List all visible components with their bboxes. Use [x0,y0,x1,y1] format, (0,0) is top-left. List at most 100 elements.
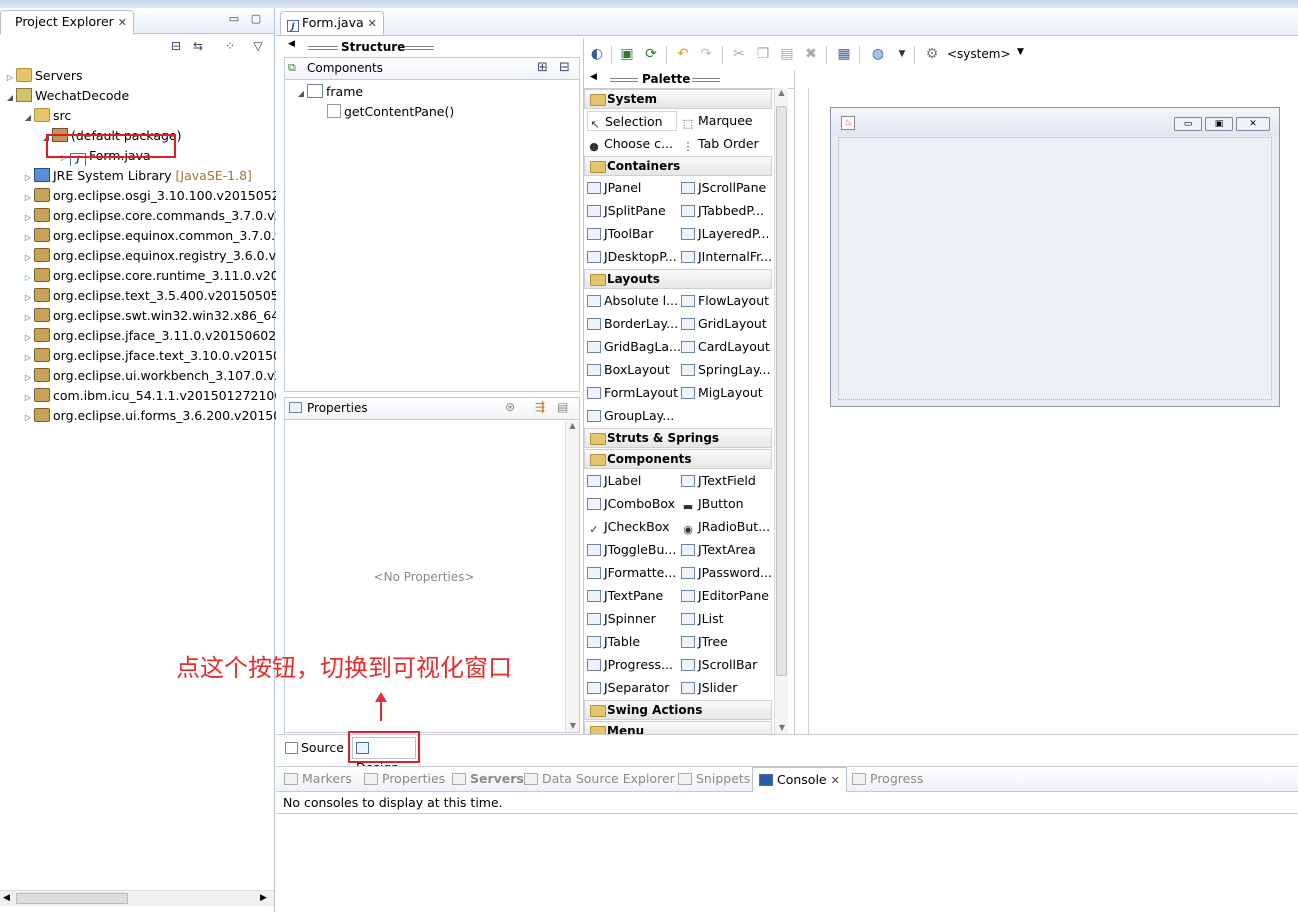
expand-arrow-icon[interactable]: ▷ [22,308,34,326]
palette-item[interactable]: Absolute l... [587,291,681,311]
refresh-icon[interactable]: ⟳ [641,44,661,64]
close-icon[interactable]: ✕ [368,17,377,30]
project-tree-item[interactable]: ▷ org.eclipse.equinox.registry_3.6.0.v20 [22,246,292,266]
palette-item[interactable]: JTextArea [681,540,775,560]
palette-item[interactable]: ⬚ Marquee [681,111,775,131]
palette-item[interactable]: JTable [587,632,681,652]
tab-properties[interactable]: Properties [364,771,445,786]
component-tree-row[interactable]: getContentPane() [327,102,454,122]
expand-arrow-icon[interactable]: ▷ [22,388,34,406]
console-view[interactable]: No consoles to display at this time. [276,793,1298,912]
project-tree-item[interactable]: ◢ WechatDecode [4,86,129,106]
palette-item[interactable]: GridLayout [681,314,775,334]
expand-arrow-icon[interactable]: ▷ [22,168,34,186]
palette-item[interactable]: FlowLayout [681,291,775,311]
palette-item[interactable]: JTextField [681,471,775,491]
collapse-all-icon[interactable]: ⊟ [559,60,570,75]
expand-arrow-icon[interactable]: ▷ [22,208,34,226]
scrollbar-thumb[interactable] [16,893,128,904]
palette-item[interactable]: ⋮ Tab Order [681,134,775,154]
palette-item[interactable]: ◉ JRadioBut... [681,517,775,537]
look-and-feel-dropdown[interactable]: <system> [947,47,1011,61]
palette-category-swing-actions[interactable]: Swing Actions [584,700,772,720]
palette-item[interactable]: MigLayout [681,383,775,403]
tab-snippets[interactable]: Snippets [678,771,750,786]
palette-item[interactable]: JSplitPane [587,201,681,221]
look-and-feel-icon[interactable]: ⚙ [922,44,942,64]
project-tree-item[interactable]: ▷ org.eclipse.swt.win32.win32.x86_64_3. [22,306,297,326]
project-tree-item[interactable]: ▷ org.eclipse.ui.forms_3.6.200.v2015050 [22,406,297,426]
close-icon[interactable]: ✕ [118,16,127,29]
tab-console[interactable]: Console ✕ [752,767,847,792]
palette-item[interactable]: BoxLayout [587,360,681,380]
collapse-arrow-icon[interactable]: ◢ [4,88,16,106]
palette-category-containers[interactable]: Containers [584,156,772,176]
properties-menu-icon[interactable]: ▤ [557,400,568,414]
project-tree-item[interactable]: ▷ Servers [4,66,83,86]
scroll-right-icon[interactable]: ▶ [260,891,267,906]
palette-scrollbar[interactable]: ▲ ▼ [774,88,788,734]
tab-source[interactable]: Source [285,739,344,759]
copy-icon[interactable]: ❐ [753,44,773,64]
properties-scrollbar[interactable]: ▲ ▼ [565,421,579,732]
palette-item[interactable]: JEditorPane [681,586,775,606]
project-tree-item[interactable]: ▷ JRE System Library [JavaSE-1.8] [22,166,252,186]
palette-item[interactable]: JPassword... [681,563,775,583]
filter-icon[interactable]: ⁘ [222,38,238,54]
link-with-editor-icon[interactable]: ⇆ [190,38,206,54]
palette-category-struts-springs[interactable]: Struts & Springs [584,428,772,448]
tab-data-source-explorer[interactable]: Data Source Explorer [524,771,675,786]
expand-arrow-icon[interactable]: ▷ [22,408,34,426]
expand-arrow-icon[interactable]: ▷ [22,188,34,206]
component-tree-row[interactable]: ◢ frame [295,82,363,102]
horizontal-scrollbar[interactable]: ◀ ▶ [0,890,274,906]
tab-project-explorer[interactable]: Project Explorer ✕ [0,10,135,34]
palette-item[interactable]: ✓ JCheckBox [587,517,681,537]
expand-arrow-icon[interactable]: ▷ [22,328,34,346]
view-menu-icon[interactable]: ▽ [250,38,266,54]
expand-arrow-icon[interactable]: ▷ [22,248,34,266]
palette-item[interactable]: JProgress... [587,655,681,675]
maximize-icon[interactable]: ▢ [250,13,262,25]
tab-markers[interactable]: Markers [284,771,352,786]
show-advanced-icon[interactable]: ⇶ [535,400,545,414]
expand-all-icon[interactable]: ⊞ [537,60,548,75]
globe-icon[interactable]: ◍ [868,44,888,64]
expand-arrow-icon[interactable]: ◢ [295,84,307,102]
collapse-structure-icon[interactable]: ◀ [288,39,295,49]
close-icon[interactable]: ✕ [831,774,840,787]
project-tree-item[interactable]: ▷ org.eclipse.jface.text_3.10.0.v2015060 [22,346,297,366]
test-preview-icon[interactable]: ◐ [587,44,607,64]
project-tree-item[interactable]: ▷ org.eclipse.core.commands_3.7.0.v201 [22,206,298,226]
collapse-arrow-icon[interactable]: ◢ [22,108,34,126]
palette-item[interactable]: JComboBox [587,494,681,514]
project-tree-item[interactable]: ▷ org.eclipse.ui.workbench_3.107.0.v201 [22,366,298,386]
palette-item[interactable]: JSlider [681,678,775,698]
expand-arrow-icon[interactable]: ▷ [22,268,34,286]
palette-splitter[interactable] [794,70,795,734]
palette-category-system[interactable]: System [584,89,772,109]
alignment-icon[interactable]: ▦ [834,44,854,64]
palette-item[interactable]: JSeparator [587,678,681,698]
palette-item[interactable]: JSpinner [587,609,681,629]
palette-item[interactable]: ↖ Selection [587,111,677,131]
palette-item[interactable]: ▬ JButton [681,494,775,514]
collapse-all-icon[interactable]: ⊟ [168,38,184,54]
expand-arrow-icon[interactable]: ▷ [22,348,34,366]
scroll-left-icon[interactable]: ◀ [3,891,10,906]
palette-item[interactable]: JFormatte... [587,563,681,583]
palette-item[interactable]: FormLayout [587,383,681,403]
palette-item[interactable]: JList [681,609,775,629]
chevron-down-icon[interactable]: ▼ [1017,47,1024,57]
palette-item[interactable]: JScrollPane [681,178,775,198]
project-tree-item[interactable]: ▷ org.eclipse.jface_3.11.0.v20150602-14 [22,326,297,346]
project-tree-item[interactable]: ▷ org.eclipse.osgi_3.10.100.v20150529-1 [22,186,300,206]
scroll-up-icon[interactable]: ▲ [775,88,788,97]
collapse-palette-icon[interactable]: ◀ [590,72,597,82]
project-tree-item[interactable]: ▷ org.eclipse.text_3.5.400.v20150505-10 [22,286,299,306]
scrollbar-thumb[interactable] [776,106,787,676]
undo-icon[interactable]: ↶ [673,44,693,64]
expand-arrow-icon[interactable]: ▷ [4,68,16,86]
project-tree-item[interactable]: ▷ org.eclipse.core.runtime_3.11.0.v2015 [22,266,295,286]
project-tree-item[interactable]: ◢ src [22,106,71,126]
